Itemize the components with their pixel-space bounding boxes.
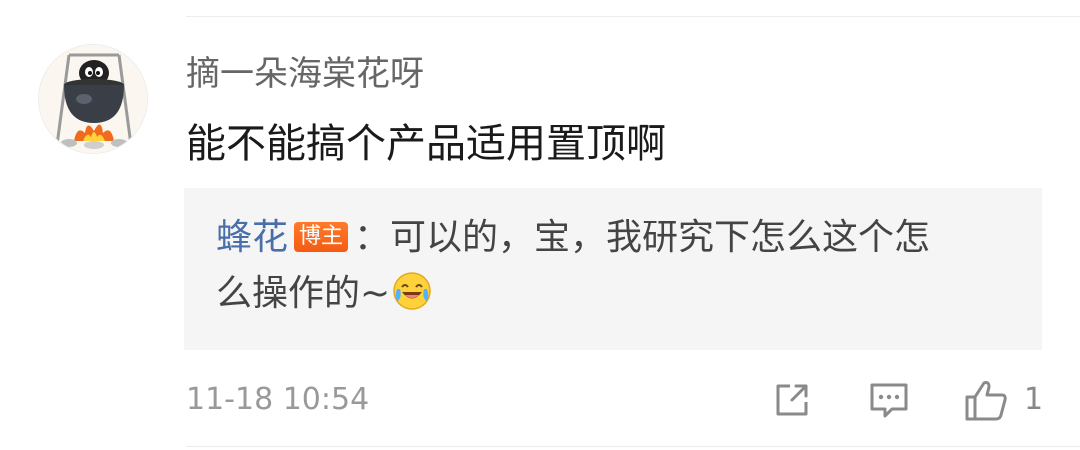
penguin-pot-fire-avatar-icon	[39, 45, 147, 153]
laugh-cry-emoji-icon	[393, 272, 431, 310]
divider	[186, 16, 1080, 17]
like-button[interactable]: 1	[962, 376, 1043, 424]
like-icon	[965, 381, 1007, 421]
reply-button[interactable]	[866, 376, 912, 424]
divider	[186, 446, 1080, 447]
reply-text-2: 么操作的~	[216, 273, 391, 314]
comment-timestamp: 11-18 10:54	[186, 382, 370, 417]
reply-text-1: ：可以的，宝，我研究下怎么这个怎	[354, 217, 931, 258]
share-icon	[776, 384, 808, 416]
reply-box[interactable]: 蜂花 博主 ：可以的，宝，我研究下怎么这个怎 么操作的~	[184, 188, 1042, 350]
reply-line-2: 么操作的~	[216, 266, 1010, 322]
comment-icon	[870, 383, 908, 418]
reply-line-1: 蜂花 博主 ：可以的，宝，我研究下怎么这个怎	[216, 210, 1010, 266]
reply-author[interactable]: 蜂花	[216, 217, 288, 258]
avatar[interactable]	[38, 44, 148, 154]
comment-text: 能不能搞个产品适用置顶啊	[186, 121, 666, 167]
comment-item: 摘一朵海棠花呀 能不能搞个产品适用置顶啊 蜂花 博主 ：可以的，宝，我研究下怎么这个…	[0, 0, 1080, 450]
share-button[interactable]	[770, 376, 814, 424]
like-count: 1	[1024, 382, 1044, 417]
comment-username[interactable]: 摘一朵海棠花呀	[186, 52, 424, 96]
blogger-badge: 博主	[294, 222, 349, 252]
